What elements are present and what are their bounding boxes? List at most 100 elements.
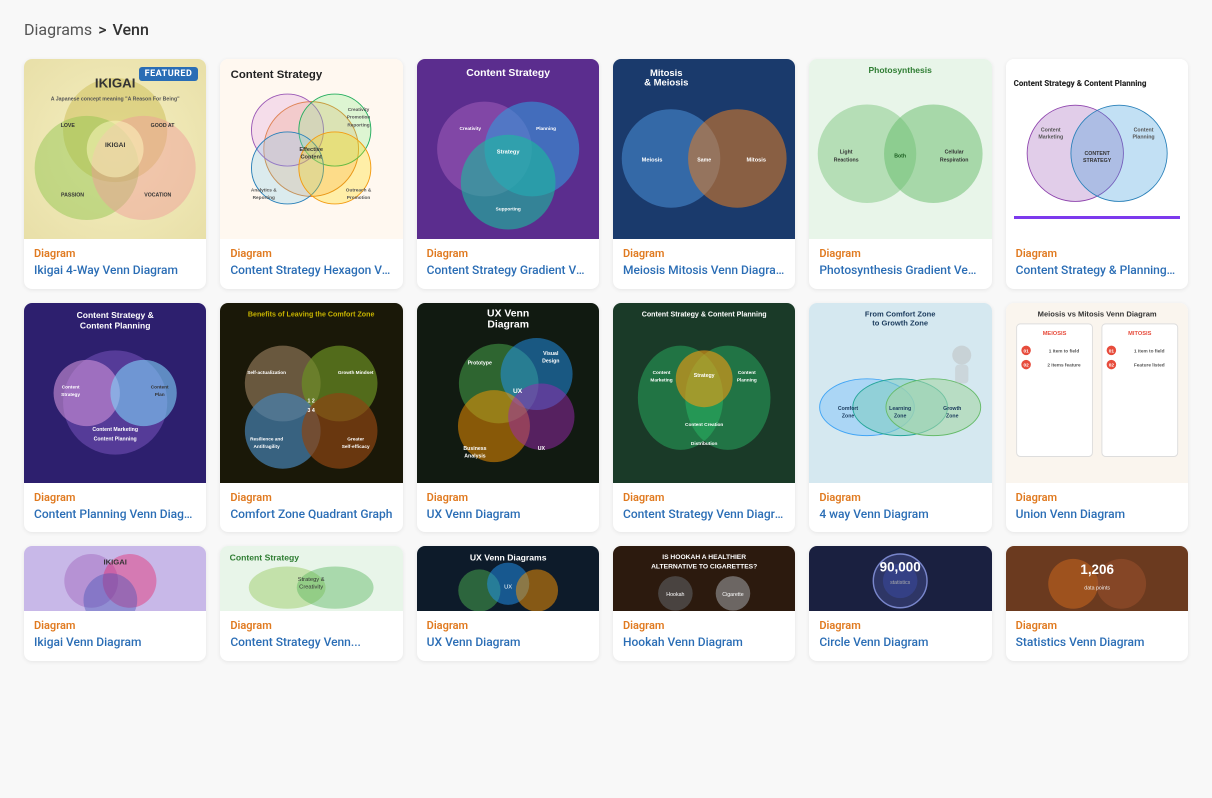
svg-text:Zone: Zone (946, 413, 959, 419)
svg-text:MEIOSIS: MEIOSIS (1042, 331, 1066, 337)
card-thumb-photosynthesis: Photosynthesis Light Reactions Cellular … (809, 59, 991, 239)
card-type-content-strategy-venn: Diagram (623, 491, 785, 504)
card-content-strategy-grad[interactable]: Content Strategy Creativity Planning Sup… (417, 59, 599, 289)
card-type-row3-6: Diagram (1016, 619, 1178, 632)
card-meiosis[interactable]: Mitosis & Meiosis Meiosis Mitosis Same D… (613, 59, 795, 289)
breadcrumb-parent[interactable]: Diagrams (24, 20, 92, 39)
card-title-row3-4: Hookah Venn Diagram (623, 635, 785, 651)
svg-text:Cigarette: Cigarette (722, 592, 743, 598)
card-body-row3-6: Diagram Statistics Venn Diagram (1006, 611, 1188, 661)
card-title-ux-venn: UX Venn Diagram (427, 507, 589, 523)
card-ikigai[interactable]: FEATURED IKIGAI A Japanese concept meani… (24, 59, 206, 289)
card-title-content-planning2: Content Planning Venn Diagram (34, 507, 196, 523)
card-content-planning[interactable]: Content Strategy & Content Planning Cont… (1006, 59, 1188, 289)
svg-text:Content Strategy & Content Pla: Content Strategy & Content Planning (642, 310, 767, 318)
card-row3-5[interactable]: 90,000 statistics Diagram Circle Venn Di… (809, 546, 991, 661)
card-body-comfort-zone: Diagram Comfort Zone Quadrant Graph (220, 483, 402, 533)
svg-text:Learning: Learning (890, 406, 912, 412)
svg-text:VOCATION: VOCATION (144, 192, 171, 198)
svg-text:Outreach &: Outreach & (346, 188, 372, 194)
card-content-planning2[interactable]: Content Strategy & Content Planning Cont… (24, 303, 206, 533)
svg-text:2 items feature: 2 items feature (1047, 362, 1081, 368)
card-row3-4[interactable]: IS HOOKAH A HEALTHIER ALTERNATIVE TO CIG… (613, 546, 795, 661)
card-content-strategy-hex[interactable]: Content Strategy Effective Content Creat… (220, 59, 402, 289)
card-type-union-venn: Diagram (1016, 491, 1178, 504)
card-title-row3-2: Content Strategy Venn... (230, 635, 392, 651)
svg-text:Content Planning: Content Planning (94, 436, 137, 442)
breadcrumb-current: Venn (113, 20, 149, 39)
svg-text:Strategy: Strategy (496, 150, 520, 156)
svg-text:Resilience and: Resilience and (250, 436, 283, 442)
card-body-content-planning: Diagram Content Strategy & Planning Ve..… (1006, 239, 1188, 289)
svg-text:Cellular: Cellular (945, 150, 964, 156)
card-row3-2[interactable]: Content Strategy Strategy & Creativity D… (220, 546, 402, 661)
card-4way-venn[interactable]: From Comfort Zone to Growth Zone Comfort… (809, 303, 991, 533)
svg-text:Plan: Plan (155, 391, 165, 397)
card-type-photosynthesis: Diagram (819, 247, 981, 260)
card-title-comfort-zone: Comfort Zone Quadrant Graph (230, 507, 392, 523)
card-body-content-strategy-venn: Diagram Content Strategy Venn Diagram (613, 483, 795, 533)
svg-text:UX Venn: UX Venn (487, 308, 529, 319)
card-content-strategy-venn[interactable]: Content Strategy & Content Planning Cont… (613, 303, 795, 533)
svg-text:From Comfort Zone: From Comfort Zone (865, 309, 936, 318)
card-title-photosynthesis: Photosynthesis Gradient Venn D... (819, 263, 981, 279)
svg-text:Content: Content (1133, 127, 1153, 133)
card-body-hex: Diagram Content Strategy Hexagon Venn... (220, 239, 402, 289)
card-type-comfort-zone: Diagram (230, 491, 392, 504)
svg-text:Self-actualization: Self-actualization (248, 370, 287, 376)
svg-text:IKIGAI: IKIGAI (103, 558, 126, 567)
svg-text:Mitosis: Mitosis (746, 157, 766, 163)
svg-text:UX: UX (504, 585, 512, 591)
svg-text:UX Venn Diagrams: UX Venn Diagrams (469, 553, 546, 563)
svg-text:Both: Both (895, 154, 907, 160)
card-comfort-zone[interactable]: Benefits of Leaving the Comfort Zone Sel… (220, 303, 402, 533)
diagram-grid: FEATURED IKIGAI A Japanese concept meani… (24, 59, 1188, 661)
card-union-venn[interactable]: Meiosis vs Mitosis Venn Diagram MEIOSIS … (1006, 303, 1188, 533)
svg-text:Content Planning: Content Planning (80, 320, 150, 330)
svg-text:Promotion: Promotion (347, 115, 371, 121)
card-row3-1[interactable]: IKIGAI Diagram Ikigai Venn Diagram (24, 546, 206, 661)
card-photosynthesis[interactable]: Photosynthesis Light Reactions Cellular … (809, 59, 991, 289)
svg-text:Content: Content (1041, 127, 1061, 133)
card-thumb-comfort-zone: Benefits of Leaving the Comfort Zone Sel… (220, 303, 402, 483)
card-type-4way-venn: Diagram (819, 491, 981, 504)
card-title-row3-6: Statistics Venn Diagram (1016, 635, 1178, 651)
svg-text:Design: Design (542, 358, 559, 364)
card-type-grad: Diagram (427, 247, 589, 260)
svg-text:Strategy: Strategy (61, 391, 80, 397)
svg-text:Marketing: Marketing (1038, 134, 1063, 140)
svg-text:Antifragility: Antifragility (254, 444, 281, 450)
card-body-ux-venn: Diagram UX Venn Diagram (417, 483, 599, 533)
card-title-content-strategy-venn: Content Strategy Venn Diagram (623, 507, 785, 523)
svg-text:Reactions: Reactions (834, 157, 859, 163)
card-thumb-hex: Content Strategy Effective Content Creat… (220, 59, 402, 239)
svg-text:Content Strategy: Content Strategy (230, 553, 300, 563)
svg-text:Distribution: Distribution (691, 441, 718, 447)
card-title-row3-5: Circle Venn Diagram (819, 635, 981, 651)
svg-text:Benefits of Leaving the Comfor: Benefits of Leaving the Comfort Zone (248, 310, 375, 318)
card-title-union-venn: Union Venn Diagram (1016, 507, 1178, 523)
svg-text:Prototype: Prototype (467, 360, 491, 366)
card-body-row3-4: Diagram Hookah Venn Diagram (613, 611, 795, 661)
svg-text:UX: UX (513, 388, 523, 395)
card-row3-3[interactable]: UX Venn Diagrams UX Diagram UX Venn Diag… (417, 546, 599, 661)
svg-text:GOOD AT: GOOD AT (151, 123, 176, 129)
svg-text:IKIGAI: IKIGAI (95, 75, 136, 90)
svg-text:PASSION: PASSION (61, 192, 84, 198)
card-type-hex: Diagram (230, 247, 392, 260)
svg-text:Content: Content (62, 384, 80, 390)
svg-text:Content: Content (301, 154, 323, 160)
svg-text:Content Strategy &: Content Strategy & (77, 310, 154, 320)
svg-text:Effective: Effective (300, 147, 324, 153)
card-ux-venn[interactable]: UX Venn Diagram Prototype Visual Design … (417, 303, 599, 533)
svg-text:Same: Same (697, 157, 711, 163)
card-type-ikigai: Diagram (34, 247, 196, 260)
svg-text:A Japanese concept meaning "A: A Japanese concept meaning "A Reason For… (51, 97, 180, 103)
svg-text:CONTENT: CONTENT (1084, 151, 1110, 157)
card-title-ikigai: Ikigai 4-Way Venn Diagram (34, 263, 196, 279)
svg-text:Planning: Planning (536, 126, 556, 132)
svg-text:Meiosis vs Mitosis Venn Diagra: Meiosis vs Mitosis Venn Diagram (1037, 309, 1156, 318)
card-row3-6[interactable]: 1,206 data points Diagram Statistics Ven… (1006, 546, 1188, 661)
card-title-content-planning: Content Strategy & Planning Ve... (1016, 263, 1178, 279)
card-thumb-grad: Content Strategy Creativity Planning Sup… (417, 59, 599, 239)
